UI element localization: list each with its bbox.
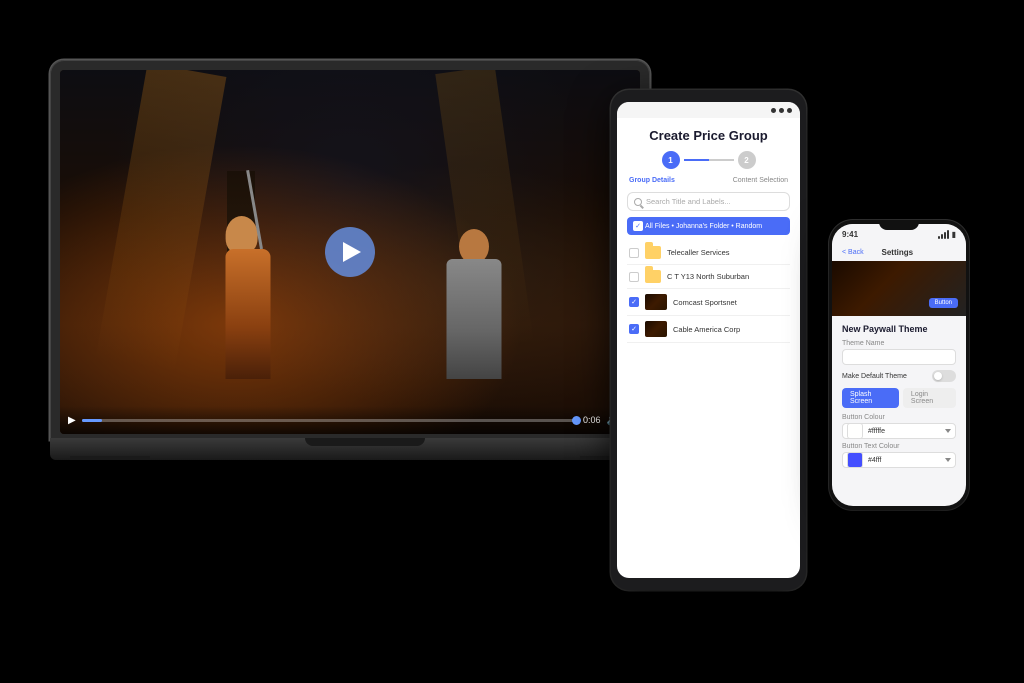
file-row-4[interactable]: ✓ Cable America Corp <box>627 316 790 343</box>
tablet-screen: Create Price Group 1 2 Group Details Con… <box>617 102 800 578</box>
phone-section-title: New Paywall Theme <box>842 324 956 334</box>
button-color-label: Button Colour <box>842 414 956 421</box>
toggle-thumb <box>934 372 942 380</box>
progress-fill <box>82 419 102 422</box>
step-2-circle: 2 <box>738 151 756 169</box>
breadcrumb-text: All Files • Johanna's Folder • Random <box>645 223 762 230</box>
status-dot-1 <box>771 108 776 113</box>
phone-device: 9:41 ▮ < Back Settings <box>829 220 969 510</box>
guitarist-figure <box>424 199 524 379</box>
laptop-base <box>50 438 680 460</box>
guitarist-body <box>447 259 502 379</box>
file-checkbox-1[interactable] <box>629 248 639 258</box>
breadcrumb-row: ✓ All Files • Johanna's Folder • Random <box>627 217 790 235</box>
file-checkbox-2[interactable] <box>629 272 639 282</box>
step-2-label: Content Selection <box>733 177 788 184</box>
phone-status-icons: ▮ <box>938 230 956 239</box>
step-labels: Group Details Content Selection <box>627 177 790 184</box>
phone-content: New Paywall Theme Theme Name Make Defaul… <box>832 316 966 480</box>
button-text-color-swatch <box>847 452 863 468</box>
button-text-color-label: Button Text Colour <box>842 443 956 450</box>
tablet-page-title: Create Price Group <box>627 128 790 143</box>
time-display: 0:06 <box>583 415 601 425</box>
search-icon <box>634 198 642 206</box>
file-checkbox-3[interactable]: ✓ <box>629 297 639 307</box>
singer-body <box>225 249 270 379</box>
laptop: ▶ 0:06 🔊 ⛶ <box>50 60 670 490</box>
laptop-screen-inner: ▶ 0:06 🔊 ⛶ <box>60 70 640 434</box>
scene: ▶ 0:06 🔊 ⛶ <box>0 0 1024 683</box>
file-row-1[interactable]: Telecaller Services <box>627 241 790 265</box>
make-default-label: Make Default Theme <box>842 373 907 380</box>
signal-bar-2 <box>941 234 943 239</box>
screen-tabs: Splash Screen Login Screen <box>842 388 956 408</box>
stepper-row: 1 2 <box>627 151 790 169</box>
tablet-device: Create Price Group 1 2 Group Details Con… <box>611 90 806 590</box>
make-default-toggle[interactable] <box>932 370 956 382</box>
search-row[interactable]: Search Title and Labels... <box>627 192 790 211</box>
back-button[interactable]: < Back <box>842 249 864 256</box>
file-name-4: Cable America Corp <box>673 325 788 334</box>
play-pause-button[interactable]: ▶ <box>68 415 76 426</box>
button-color-swatch <box>847 423 863 439</box>
phone-video-button[interactable]: Button <box>929 298 958 308</box>
button-color-value: #fffffe <box>868 428 945 435</box>
play-triangle-icon <box>343 242 361 262</box>
video-background: ▶ 0:06 🔊 ⛶ <box>60 70 640 434</box>
button-text-color-value: #4fff <box>868 457 945 464</box>
laptop-screen-outer: ▶ 0:06 🔊 ⛶ <box>50 60 650 440</box>
step-1-circle: 1 <box>662 151 680 169</box>
status-dot-3 <box>787 108 792 113</box>
laptop-notch <box>305 438 425 446</box>
button-color-dropdown[interactable]: #fffffe <box>842 423 956 439</box>
video-controls-bar: ▶ 0:06 🔊 ⛶ <box>60 406 640 434</box>
signal-bar-4 <box>947 230 949 239</box>
step-1-label: Group Details <box>629 177 675 184</box>
splash-screen-tab[interactable]: Splash Screen <box>842 388 899 408</box>
file-checkbox-4[interactable]: ✓ <box>629 324 639 334</box>
phone-header-title: Settings <box>882 248 914 257</box>
chevron-down-icon <box>945 429 951 433</box>
phone-screen: 9:41 ▮ < Back Settings <box>832 224 966 506</box>
folder-icon-1 <box>645 246 661 259</box>
signal-bar-3 <box>944 232 946 239</box>
phone-time: 9:41 <box>842 230 858 239</box>
play-button[interactable] <box>325 227 375 277</box>
phone-notch <box>879 220 919 230</box>
signal-bar-1 <box>938 236 940 239</box>
file-name-3: Comcast Sportsnet <box>673 298 788 307</box>
status-dot-2 <box>779 108 784 113</box>
file-name-2: C T Y13 North Suburban <box>667 272 788 281</box>
make-default-row: Make Default Theme <box>842 370 956 382</box>
folder-icon-2 <box>645 270 661 283</box>
login-screen-tab[interactable]: Login Screen <box>903 388 956 408</box>
chevron-down-icon-2 <box>945 458 951 462</box>
video-thumb-3 <box>645 294 667 310</box>
singer-figure <box>188 179 308 379</box>
file-name-1: Telecaller Services <box>667 248 788 257</box>
phone-header: < Back Settings <box>832 244 966 261</box>
battery-icon: ▮ <box>952 230 956 239</box>
laptop-foot-left <box>70 456 150 460</box>
step-line <box>684 159 734 161</box>
file-row-2[interactable]: C T Y13 North Suburban <box>627 265 790 289</box>
tablet-status-bar <box>617 102 800 118</box>
video-thumb-4 <box>645 321 667 337</box>
signal-icon <box>938 230 949 239</box>
tablet-content: Create Price Group 1 2 Group Details Con… <box>617 118 800 343</box>
progress-bar[interactable] <box>82 419 577 422</box>
phone-video-thumbnail: Button <box>832 261 966 316</box>
theme-name-label: Theme Name <box>842 340 956 347</box>
button-text-color-dropdown[interactable]: #4fff <box>842 452 956 468</box>
file-row-3[interactable]: ✓ Comcast Sportsnet <box>627 289 790 316</box>
search-placeholder: Search Title and Labels... <box>646 197 731 206</box>
select-all-checkbox[interactable]: ✓ <box>633 221 643 231</box>
theme-name-input[interactable] <box>842 349 956 365</box>
progress-dot <box>572 416 581 425</box>
